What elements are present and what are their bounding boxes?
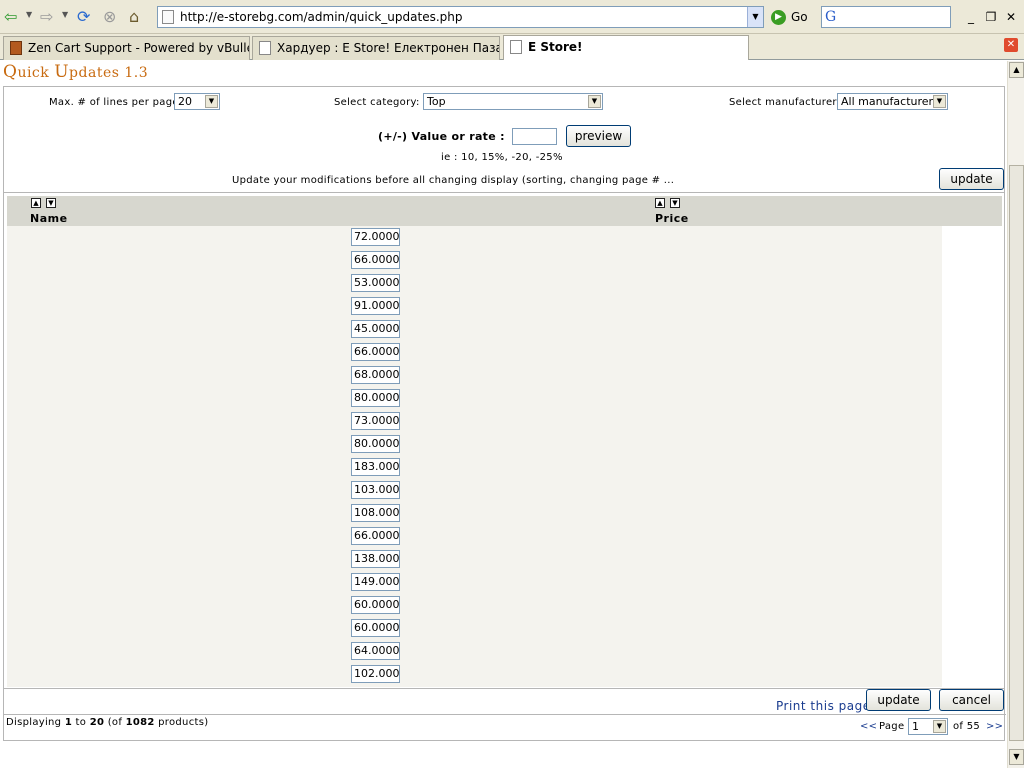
update-button-bottom[interactable]: update: [866, 689, 931, 711]
price-input[interactable]: 91.0000: [351, 297, 400, 315]
page-favicon-icon: [259, 41, 271, 55]
rate-label: (+/-) Value or rate :: [378, 130, 505, 143]
price-input[interactable]: 72.0000: [351, 228, 400, 246]
category-label: Select category:: [334, 97, 420, 108]
scroll-thumb[interactable]: [1009, 165, 1024, 741]
back-history-dropdown-icon[interactable]: ▼: [26, 10, 32, 19]
sort-desc-price-icon[interactable]: ▼: [670, 198, 680, 208]
sort-asc-price-icon[interactable]: ▲: [655, 198, 665, 208]
address-dropdown-icon[interactable]: ▼: [747, 7, 763, 27]
tab-e-store[interactable]: E Store!: [503, 35, 749, 60]
preview-button[interactable]: preview: [566, 125, 631, 147]
reload-icon[interactable]: ⟳: [77, 7, 90, 27]
tab-hardware[interactable]: Хардуер : E Store! Електронен Пазар: [252, 36, 500, 60]
address-url: http://e-storebg.com/admin/quick_updates…: [180, 10, 463, 24]
price-input[interactable]: 80.0000: [351, 435, 400, 453]
price-input[interactable]: 60.0000: [351, 596, 400, 614]
update-note: Update your modifications before all cha…: [232, 175, 675, 186]
next-page-link[interactable]: >>: [986, 721, 1003, 732]
chevron-down-icon: ▼: [205, 95, 218, 108]
price-input[interactable]: 53.0000: [351, 274, 400, 292]
cancel-button[interactable]: cancel: [939, 689, 1004, 711]
close-tab-icon[interactable]: ✕: [1004, 38, 1018, 52]
scroll-up-icon[interactable]: ▲: [1009, 62, 1024, 78]
table-footer: Print this page update cancel Displaying…: [3, 689, 1006, 741]
price-input[interactable]: 73.0000: [351, 412, 400, 430]
max-lines-label: Max. # of lines per page: [49, 97, 179, 108]
rate-input[interactable]: [512, 128, 557, 145]
tab-zen-cart-support[interactable]: Zen Cart Support - Powered by vBulletin: [3, 36, 250, 60]
price-input[interactable]: 183.0000: [351, 458, 400, 476]
max-lines-select[interactable]: 20 ▼: [174, 93, 220, 110]
google-search-icon[interactable]: G: [825, 9, 836, 25]
stop-icon[interactable]: ⊗: [103, 7, 116, 27]
chevron-down-icon: ▼: [933, 720, 946, 733]
minimize-icon[interactable]: _: [963, 9, 979, 25]
chevron-down-icon: ▼: [588, 95, 601, 108]
close-window-icon[interactable]: ✕: [1003, 9, 1019, 25]
scroll-down-icon[interactable]: ▼: [1009, 749, 1024, 765]
price-input[interactable]: 80.0000: [351, 389, 400, 407]
chevron-down-icon: ▼: [933, 95, 946, 108]
filter-panel: Max. # of lines per page 20 ▼ Select cat…: [3, 86, 1005, 192]
price-input[interactable]: 66.0000: [351, 527, 400, 545]
sort-desc-name-icon[interactable]: ▼: [46, 198, 56, 208]
page-label: Page: [879, 721, 905, 732]
page-favicon-icon: [510, 40, 522, 54]
tab-bar: Zen Cart Support - Powered by vBulletin …: [0, 34, 1024, 60]
sort-asc-name-icon[interactable]: ▲: [31, 198, 41, 208]
price-input[interactable]: 149.0000: [351, 573, 400, 591]
column-name: Name: [30, 212, 68, 225]
price-input[interactable]: 60.0000: [351, 619, 400, 637]
forward-icon[interactable]: ⇨: [40, 7, 53, 27]
price-input[interactable]: 138.0000: [351, 550, 400, 568]
update-button-top[interactable]: update: [939, 168, 1004, 190]
go-arrow-icon: ▶: [771, 10, 786, 25]
price-input[interactable]: 66.0000: [351, 343, 400, 361]
back-icon[interactable]: ⇦: [4, 7, 17, 27]
price-input[interactable]: 68.0000: [351, 366, 400, 384]
divider: [4, 714, 1006, 715]
restore-icon[interactable]: ❐: [983, 9, 999, 25]
column-price: Price: [655, 212, 689, 225]
page-icon: [162, 10, 174, 24]
forward-history-dropdown-icon[interactable]: ▼: [62, 10, 68, 19]
price-input[interactable]: 108.0000: [351, 504, 400, 522]
manufacturer-label: Select manufacturer: [729, 97, 837, 108]
price-input[interactable]: 64.0000: [351, 642, 400, 660]
print-page-link[interactable]: Print this page: [776, 699, 871, 713]
category-select[interactable]: Top ▼: [423, 93, 603, 110]
address-bar[interactable]: http://e-storebg.com/admin/quick_updates…: [157, 6, 764, 28]
page-select[interactable]: 1 ▼: [908, 718, 948, 735]
prev-page-link[interactable]: <<: [860, 721, 877, 732]
manufacturer-select[interactable]: All manufacturers ▼: [837, 93, 948, 110]
page-title: Quick Updates 1.3: [3, 62, 149, 82]
total-pages: of 55: [953, 721, 981, 732]
rate-hint: ie : 10, 15%, -20, -25%: [441, 152, 563, 163]
price-input[interactable]: 66.0000: [351, 251, 400, 269]
price-input[interactable]: 102.0000: [351, 665, 400, 683]
products-table: ▲ ▼ Name ▲ ▼ Price 72.0000 66.0000 53.00…: [3, 192, 1005, 689]
vertical-scrollbar[interactable]: ▲ ▼: [1007, 61, 1024, 768]
home-icon[interactable]: ⌂: [129, 7, 139, 27]
search-box[interactable]: G: [821, 6, 951, 28]
price-input[interactable]: 103.0000: [351, 481, 400, 499]
displaying-count: Displaying 1 to 20 (of 1082 products): [6, 717, 209, 728]
zen-cart-favicon-icon: [10, 41, 22, 55]
browser-toolbar: ⇦ ▼ ⇨ ▼ ⟳ ⊗ ⌂ http://e-storebg.com/admin…: [0, 0, 1024, 34]
go-button[interactable]: ▶ Go: [771, 8, 808, 26]
price-input[interactable]: 45.0000: [351, 320, 400, 338]
table-header: ▲ ▼ Name ▲ ▼ Price: [7, 196, 1002, 226]
table-body: 72.0000 66.0000 53.0000 91.0000 45.0000 …: [7, 226, 942, 687]
